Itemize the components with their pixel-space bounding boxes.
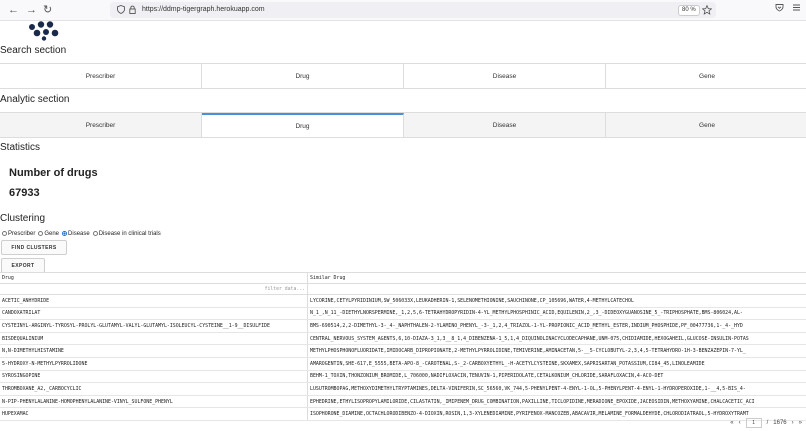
similar-drug-cell: BEHM-1_TOXIN,THONZONIUM_BROMIDE,L_706000…: [310, 373, 664, 380]
table-row[interactable]: N-PIP-PHENYLALANINE-HOMOPHENYLALANINE-VI…: [0, 395, 806, 409]
similar-drug-cell: LYCORINE,CETYLPYRIDINIUM,SW_506033X,LEUK…: [310, 297, 634, 304]
page-input[interactable]: 1: [745, 418, 762, 428]
radio-label: Disease in clinical trials: [98, 231, 161, 238]
table-body: ACETIC_ANHYDRIDE LYCORINE,CETYLPYRIDINIUM…: [0, 295, 806, 421]
radio-button[interactable]: [38, 231, 44, 236]
radio-label: Disease: [68, 231, 90, 238]
filter-cell: filter data...: [0, 284, 308, 294]
last-page-icon[interactable]: »: [799, 420, 802, 426]
similar-drug-cell: AMAROGENTIN,SHE-617,E_5555,BETA-APO-8_-C…: [310, 360, 705, 367]
search-tabs: Prescriber Drug Disease Gene: [0, 63, 806, 89]
menu-icon[interactable]: [792, 3, 801, 12]
drug-cell: ACETIC_ANHYDRIDE: [0, 295, 308, 307]
search-tab-disease[interactable]: Disease: [404, 64, 606, 88]
table-row[interactable]: 5-HYDROXY-N-METHYLPYRROLIDONE AMAROGENTIN…: [0, 357, 806, 371]
data-table: Drug Similar Drug filter data... ACETIC_…: [0, 272, 806, 421]
analytic-section-title: Analytic section: [0, 94, 70, 105]
search-tab-prescriber[interactable]: Prescriber: [0, 64, 202, 88]
drug-cell: N-PIP-PHENYLALANINE-HOMOPHENYLALANINE-VI…: [0, 395, 308, 408]
shield-icon[interactable]: [117, 5, 125, 14]
stat-value: 67933: [9, 187, 40, 199]
browser-toolbar: ← → ↻ https://ddmp-tigergraph.herokuapp.…: [0, 0, 806, 21]
similar-drug-cell: EPHEDRINE,ETHYLISOPROPYLAMILORIDE,CILAST…: [310, 398, 755, 405]
radio-disease[interactable]: Disease: [62, 231, 90, 237]
radio-prescriber[interactable]: Prescriber: [2, 231, 35, 237]
statistics-title: Statistics: [0, 142, 41, 153]
table-row[interactable]: BISDEQUALINIUM CENTRAL_NERVOUS_SYSTEM_AGE…: [0, 332, 806, 346]
drug-cell: CANDOXATRILAT: [0, 307, 308, 320]
similar-drug-cell: CENTRAL_NERVOUS_SYSTEM_AGENTS,6,10-DIAZA…: [310, 335, 749, 342]
drug-cell: 5-HYDROXY-N-METHYLPYRROLIDONE: [0, 357, 308, 370]
clustering-title: Clustering: [0, 213, 46, 224]
table-row[interactable]: SYROSINGOPINE BEHM-1_TOXIN,THONZONIUM_BRO…: [0, 370, 806, 384]
pocket-icon[interactable]: [775, 3, 784, 12]
lock-icon[interactable]: [129, 5, 136, 14]
column-header-drug[interactable]: Drug: [0, 273, 308, 283]
export-button[interactable]: EXPORT: [1, 258, 45, 273]
find-clusters-button[interactable]: FIND CLUSTERS: [1, 240, 67, 255]
zoom-level[interactable]: 80 %: [678, 5, 700, 16]
table-row[interactable]: HUPEXAMAC ISOPHORONE_DIAMINE,OCTACHLORODI…: [0, 408, 806, 421]
radio-button[interactable]: [92, 231, 98, 236]
radio-disease-clinical-trials[interactable]: Disease in clinical trials: [92, 231, 161, 238]
analytic-tab-drug[interactable]: Drug: [202, 113, 404, 137]
radio-gene[interactable]: Gene: [38, 231, 59, 237]
search-tab-drug[interactable]: Drug: [202, 64, 404, 88]
drug-cell: THROMBOXANE_A2,_CARBOCYCLIC: [0, 383, 308, 395]
app-logo: [29, 21, 59, 41]
pagination: « ‹ 1 / 1676 › »: [730, 418, 802, 428]
url-text: https://ddmp-tigergraph.herokuapp.com: [142, 6, 265, 13]
reload-icon[interactable]: ↻: [43, 3, 52, 17]
analytic-tab-prescriber[interactable]: Prescriber: [0, 113, 202, 137]
radio-label: Gene: [44, 231, 60, 238]
table-header: Drug Similar Drug: [0, 272, 806, 284]
drug-cell: N,N-DIMETHYLHISTAMINE: [0, 345, 308, 357]
cluster-radio-group: Prescriber Gene Disease Disease in clini…: [2, 231, 161, 237]
similar-drug-cell: N_1_,N_11_-DIETHYLNORSPERMINE,_1,2,5,6-T…: [310, 310, 743, 317]
column-header-similar-drug[interactable]: Similar Drug: [308, 273, 806, 283]
similar-drug-cell: LUSUTROMBOPAG,METHOXYDIMETHYLTRYPTAMINES…: [310, 385, 746, 392]
search-tab-gene[interactable]: Gene: [606, 64, 806, 88]
drug-cell: SYROSINGOPINE: [0, 370, 308, 383]
stat-label: Number of drugs: [9, 167, 98, 179]
analytic-tab-disease[interactable]: Disease: [404, 113, 606, 137]
page-total: 1676: [773, 420, 787, 426]
filter-input[interactable]: filter data...: [265, 287, 305, 292]
table-row[interactable]: ACETIC_ANHYDRIDE LYCORINE,CETYLPYRIDINIUM…: [0, 295, 806, 308]
address-bar[interactable]: https://ddmp-tigergraph.herokuapp.com 80…: [110, 2, 716, 18]
next-page-icon[interactable]: ›: [792, 420, 794, 426]
analytic-tab-gene[interactable]: Gene: [606, 113, 806, 137]
back-icon[interactable]: ←: [8, 3, 19, 17]
prev-page-icon[interactable]: ‹: [739, 420, 741, 426]
table-row[interactable]: N,N-DIMETHYLHISTAMINE METHYLPHOSPHONOFLUO…: [0, 345, 806, 358]
table-row[interactable]: CYSTEINYL-ARGINYL-TYROSYL-PROLYL-GLUTAMY…: [0, 320, 806, 333]
star-icon[interactable]: [702, 5, 712, 15]
page-separator: /: [766, 420, 769, 426]
radio-button[interactable]: [2, 231, 7, 236]
drug-cell: BISDEQUALINIUM: [0, 332, 308, 345]
similar-drug-cell: BMS-690514,2,2-DIMETHYL-3-_4-_NAPHTHALEN…: [310, 322, 743, 329]
radio-label: Prescriber: [8, 231, 36, 238]
search-section-title: Search section: [0, 45, 67, 56]
table-row[interactable]: THROMBOXANE_A2,_CARBOCYCLIC LUSUTROMBOPAG…: [0, 383, 806, 396]
similar-drug-cell: METHYLPHOSPHONOFLUORIDATE,IMIDOCARB_DIPR…: [310, 348, 746, 355]
drug-cell: CYSTEINYL-ARGINYL-TYROSYL-PROLYL-GLUTAMY…: [0, 320, 308, 332]
filter-cell: [308, 284, 806, 294]
table-row[interactable]: CANDOXATRILAT N_1_,N_11_-DIETHYLNORSPERMI…: [0, 307, 806, 321]
radio-button-selected[interactable]: [62, 231, 68, 236]
analytic-tabs: Prescriber Drug Disease Gene: [0, 112, 806, 138]
forward-icon[interactable]: →: [26, 3, 37, 17]
drug-cell: HUPEXAMAC: [0, 408, 308, 420]
first-page-icon[interactable]: «: [730, 420, 733, 426]
filter-row: filter data...: [0, 284, 806, 295]
